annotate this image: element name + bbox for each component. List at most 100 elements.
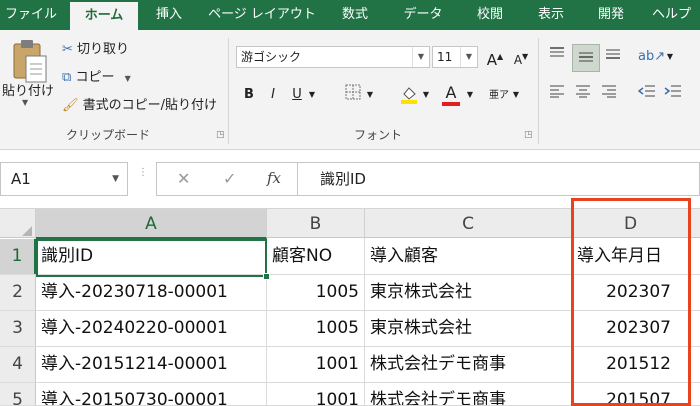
align-middle-button[interactable] [572,44,600,72]
scissors-icon: ✂ [62,42,73,57]
align-right-icon [602,85,616,98]
group-separator [538,38,539,144]
highlight-box [571,198,691,406]
chevron-down-icon[interactable]: ▼ [112,163,119,195]
copy-dropdown-icon[interactable]: ▼ [125,74,131,83]
formula-buttons: ✕ ✓ fx [156,162,298,196]
borders-icon [345,84,361,100]
splitter-dots-icon[interactable]: ⋮ [138,168,148,178]
chevron-down-icon[interactable]: ▼ [364,84,376,106]
tab-insert[interactable]: 挿入 [140,0,198,30]
cancel-icon[interactable]: ✕ [177,169,190,188]
tab-formulas[interactable]: 数式 [330,0,380,30]
font-group-label: フォント [354,128,403,142]
orientation-button[interactable]: ab↗ [638,46,665,68]
column-header-b[interactable]: B [267,209,365,239]
tab-developer[interactable]: 開発 [586,0,636,30]
ribbon: 貼り付け ▼ ✂ 切り取り ⧉ コピー ▼ 🖌 書式のコピー/貼り付け クリップ… [0,30,700,150]
column-header-a[interactable]: A [36,209,267,239]
ribbon-tab-bar: ファイル ホーム 挿入 ページ レイアウト 数式 データ 校閲 表示 開発 ヘル… [0,0,700,30]
decrease-indent-button[interactable] [636,84,658,106]
chevron-down-icon[interactable]: ▼ [460,47,477,67]
insert-function-button[interactable]: fx [267,169,281,187]
bold-button[interactable]: B [238,84,260,106]
paint-bucket-icon [401,87,417,104]
font-launcher-icon[interactable]: ◳ [524,130,533,140]
align-right-button[interactable] [598,84,620,106]
align-bottom-icon [606,49,620,59]
tab-view[interactable]: 表示 [526,0,576,30]
align-middle-icon [579,52,593,62]
chevron-down-icon[interactable]: ▼ [420,84,432,106]
align-center-button[interactable] [572,84,594,106]
align-top-button[interactable] [546,46,568,68]
tab-help[interactable]: ヘルプ [652,0,700,30]
active-cell-border [36,239,267,277]
increase-indent-icon [664,85,681,97]
tab-file[interactable]: ファイル [0,0,62,30]
row-header[interactable]: 3 [0,311,36,346]
cell-b2[interactable]: 1005 [267,275,365,310]
clipboard-launcher-icon[interactable]: ◳ [216,130,225,140]
underline-button[interactable]: U [286,84,308,106]
cell-a5[interactable]: 導入-20150730-00001 [36,383,267,405]
cell-c2[interactable]: 東京株式会社 [365,275,572,310]
cell-b3[interactable]: 1005 [267,311,365,346]
enter-icon[interactable]: ✓ [223,169,236,188]
font-size-combo[interactable]: 11 ▼ [432,46,478,68]
formula-input[interactable]: 識別ID [298,162,700,196]
chevron-down-icon[interactable]: ▼ [306,84,318,106]
chevron-down-icon[interactable]: ▼ [412,47,429,67]
borders-button[interactable] [342,84,364,106]
tab-data[interactable]: データ [396,0,450,30]
select-all-button[interactable] [0,209,36,239]
tab-review[interactable]: 校閲 [464,0,516,30]
clipboard-group-label: クリップボード [66,128,151,142]
cell-a2[interactable]: 導入-20230718-00001 [36,275,267,310]
increase-indent-button[interactable] [662,84,684,106]
chevron-down-icon[interactable]: ▼ [510,84,522,106]
paintbrush-icon: 🖌 [62,98,79,113]
cell-c1[interactable]: 導入顧客 [365,239,572,274]
copy-icon: ⧉ [62,70,72,85]
cell-a3[interactable]: 導入-20240220-00001 [36,311,267,346]
align-left-button[interactable] [546,84,568,106]
row-header[interactable]: 4 [0,347,36,382]
paste-label[interactable]: 貼り付け [2,80,54,99]
chevron-down-icon[interactable]: ▼ [464,84,476,106]
row-header[interactable]: 2 [0,275,36,310]
align-left-icon [550,85,564,98]
cell-b5[interactable]: 1001 [267,383,365,405]
copy-button[interactable]: ⧉ コピー ▼ [62,66,131,85]
shrink-font-button[interactable]: A▼ [510,46,532,68]
align-top-icon [550,47,564,57]
cell-c5[interactable]: 株式会社デモ商事 [365,383,572,405]
format-painter-button[interactable]: 🖌 書式のコピー/貼り付け [62,94,217,113]
fill-color-button[interactable] [398,84,420,106]
font-name-combo[interactable]: 游ゴシック ▼ [236,46,430,68]
cell-c4[interactable]: 株式会社デモ商事 [365,347,572,382]
chevron-down-icon[interactable]: ▼ [664,46,676,68]
column-header-c[interactable]: C [365,209,572,239]
text-orientation-icon: ab↗ [638,49,666,64]
name-box[interactable]: A1 ▼ [0,162,128,196]
paste-dropdown-icon[interactable]: ▼ [22,98,28,107]
tab-home[interactable]: ホーム [70,2,138,30]
cell-c3[interactable]: 東京株式会社 [365,311,572,346]
cell-b1[interactable]: 顧客NO [267,239,365,274]
cell-a4[interactable]: 導入-20151214-00001 [36,347,267,382]
italic-button[interactable]: I [262,84,284,106]
align-bottom-button[interactable] [602,46,624,68]
row-header[interactable]: 1 [0,239,36,274]
font-color-button[interactable]: A [440,82,462,106]
column-header-e[interactable] [690,209,700,239]
cut-button[interactable]: ✂ 切り取り [62,38,129,57]
tab-page-layout[interactable]: ページ レイアウト [200,0,324,30]
row-header[interactable]: 5 [0,383,36,405]
fill-handle[interactable] [263,273,270,280]
phonetic-button[interactable]: 亜ア [488,84,510,106]
group-separator [228,38,229,144]
cell-b4[interactable]: 1001 [267,347,365,382]
grow-font-button[interactable]: A▲ [484,46,506,69]
align-center-icon [576,85,590,98]
